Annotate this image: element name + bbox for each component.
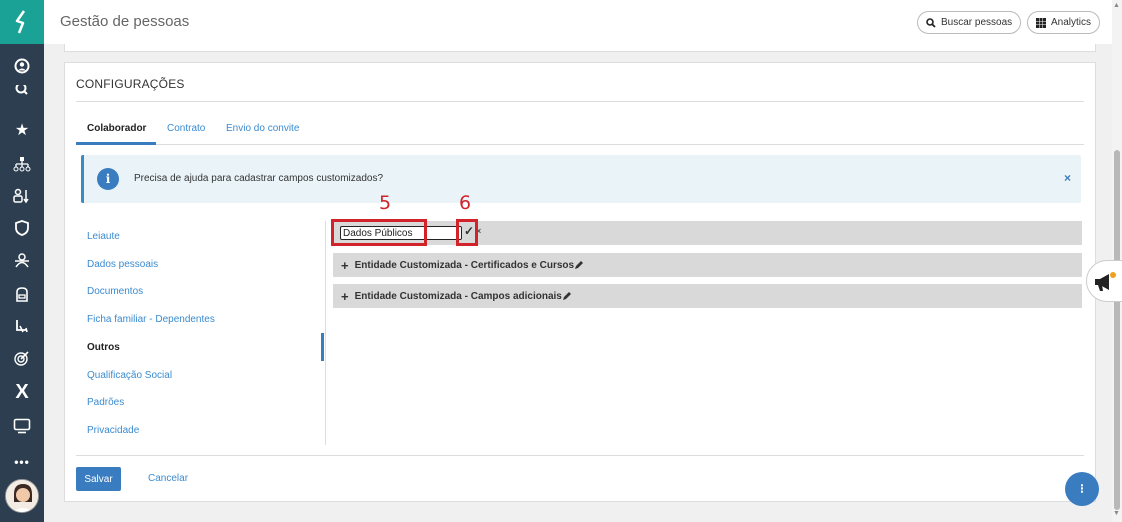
top-header: Gestão de pessoas Buscar pessoas Analyti…: [44, 0, 1112, 44]
pencil-icon[interactable]: [562, 291, 572, 301]
megaphone-icon: [1095, 272, 1116, 291]
pencil-icon[interactable]: [574, 260, 584, 270]
info-icon: i: [97, 168, 119, 190]
sidemenu-item-privacidade[interactable]: Privacidade: [87, 425, 139, 436]
backpack-icon[interactable]: [0, 280, 44, 308]
search-icon[interactable]: [0, 84, 44, 100]
annotation-box-5: [331, 219, 427, 246]
announcement-tab[interactable]: [1086, 260, 1122, 302]
search-people-label: Buscar pessoas: [941, 17, 1013, 28]
sidemenu-item-outros[interactable]: Outros: [87, 342, 120, 353]
logo-icon: [15, 10, 26, 34]
tab-colaborador[interactable]: Colaborador: [87, 123, 146, 134]
analytics-button[interactable]: Analytics: [1027, 11, 1101, 34]
close-icon[interactable]: ×: [1064, 171, 1071, 185]
people-sort-icon[interactable]: [0, 182, 44, 210]
section-title: Entidade Customizada - Campos adicionais: [354, 290, 562, 302]
configuration-panel: CONFIGURAÇÕES Colaborador Contrato Envio…: [64, 62, 1096, 502]
annotation-label-5: 5: [379, 192, 392, 214]
app-logo[interactable]: [0, 0, 44, 44]
star-icon[interactable]: ★: [0, 116, 44, 144]
alert-message: Precisa de ajuda para cadastrar campos c…: [134, 173, 384, 184]
active-menu-indicator: [321, 333, 324, 361]
person-desk-icon[interactable]: [0, 312, 44, 340]
expand-plus-icon[interactable]: +: [341, 258, 349, 273]
section-editing-row: ✓ ×: [333, 221, 1082, 245]
tab-contrato[interactable]: Contrato: [167, 123, 205, 134]
annotation-box-6: [456, 219, 478, 246]
section-row-certificados[interactable]: + Entidade Customizada - Certificados e …: [333, 253, 1082, 277]
sidemenu-item-qualificacao-social[interactable]: Qualificação Social: [87, 370, 172, 381]
shield-icon[interactable]: [0, 214, 44, 242]
team-icon[interactable]: [0, 246, 44, 274]
previous-panel-edge: [64, 44, 1096, 52]
sidemenu-item-padroes[interactable]: Padrões: [87, 397, 124, 408]
grid-icon: [1036, 17, 1046, 28]
app-title: Gestão de pessoas: [60, 13, 190, 30]
monitor-icon[interactable]: [0, 412, 44, 440]
annotation-label-6: 6: [459, 192, 472, 214]
sidemenu-item-dados-pessoais[interactable]: Dados pessoais: [87, 259, 158, 270]
scroll-up-icon[interactable]: ▲: [1113, 2, 1120, 9]
left-nav: ★ X •••: [0, 0, 44, 522]
cancel-link[interactable]: Cancelar: [148, 473, 188, 484]
scrollbar-thumb[interactable]: [1114, 150, 1120, 510]
org-chart-icon[interactable]: [0, 150, 44, 178]
save-button[interactable]: Salvar: [76, 467, 121, 491]
target-icon[interactable]: [0, 344, 44, 372]
tab-bar: Colaborador Contrato Envio do convite: [76, 119, 1084, 145]
scroll-down-icon[interactable]: ▼: [1113, 510, 1120, 517]
search-icon: [926, 17, 936, 28]
panel-title: CONFIGURAÇÕES: [76, 77, 185, 91]
section-row-campos-adicionais[interactable]: + Entidade Customizada - Campos adiciona…: [333, 284, 1082, 308]
sidemenu-item-leiaute[interactable]: Leiaute: [87, 231, 120, 242]
more-icon[interactable]: •••: [0, 448, 44, 476]
expand-plus-icon[interactable]: +: [341, 289, 349, 304]
help-alert: i Precisa de ajuda para cadastrar campos…: [81, 155, 1081, 203]
user-avatar[interactable]: [5, 479, 39, 513]
divider: [76, 455, 1084, 456]
floating-menu-button[interactable]: ⁝: [1065, 472, 1099, 506]
sidemenu-item-documentos[interactable]: Documentos: [87, 286, 143, 297]
x-brand-icon[interactable]: X: [0, 378, 44, 406]
search-people-button[interactable]: Buscar pessoas: [917, 11, 1022, 34]
side-menu: Leiaute Dados pessoais Documentos Ficha …: [76, 221, 326, 445]
profile-circle-icon[interactable]: [0, 52, 44, 80]
tab-envio-convite[interactable]: Envio do convite: [226, 123, 299, 134]
section-title: Entidade Customizada - Certificados e Cu…: [354, 259, 575, 271]
divider: [76, 101, 1084, 102]
sidemenu-item-ficha-familiar[interactable]: Ficha familiar - Dependentes: [87, 314, 215, 325]
active-tab-indicator: [76, 142, 156, 145]
analytics-label: Analytics: [1051, 17, 1092, 28]
